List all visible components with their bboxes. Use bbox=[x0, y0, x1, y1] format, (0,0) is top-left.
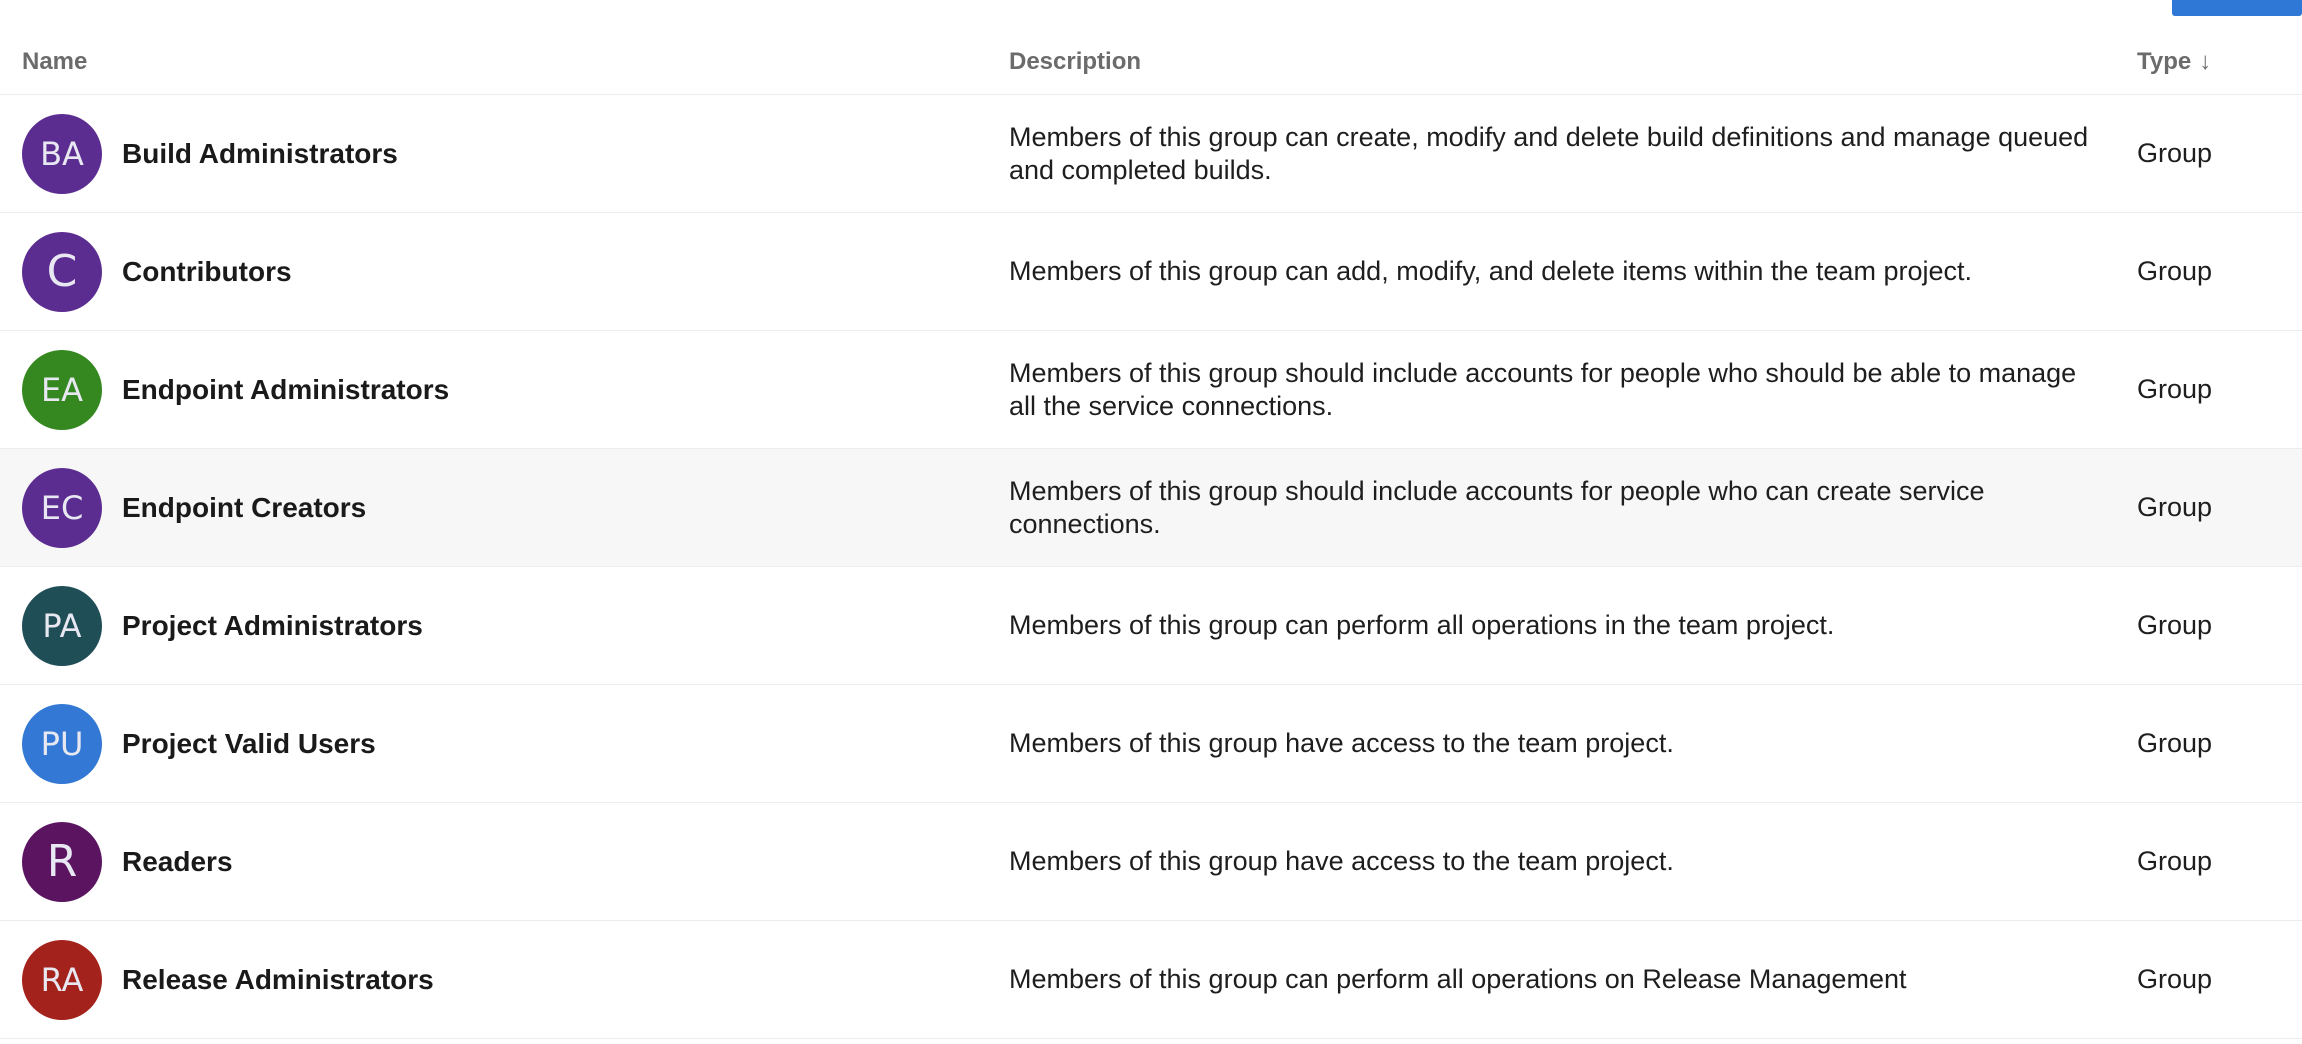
group-name[interactable]: Endpoint Administrators bbox=[122, 374, 449, 406]
avatar: EC bbox=[22, 467, 102, 548]
group-type: Group bbox=[2137, 138, 2213, 168]
column-header-name[interactable]: Name bbox=[0, 48, 1009, 76]
group-name[interactable]: Project Administrators bbox=[122, 610, 423, 642]
group-description-cell: Members of this group have access to the… bbox=[1009, 727, 2137, 760]
column-header-name-label: Name bbox=[22, 48, 88, 75]
group-description-cell: Members of this group can add, modify, a… bbox=[1009, 255, 2137, 288]
group-name[interactable]: Readers bbox=[122, 846, 233, 878]
table-body: BA Build Administrators Members of this gr… bbox=[0, 95, 2302, 1039]
group-description: Members of this group can perform all op… bbox=[1009, 964, 1907, 994]
avatar: PU bbox=[22, 703, 102, 784]
group-description-cell: Members of this group have access to the… bbox=[1009, 845, 2137, 878]
group-name-cell: EC Endpoint Creators bbox=[0, 467, 1009, 548]
group-type: Group bbox=[2137, 610, 2213, 640]
group-type-cell: Group bbox=[2137, 610, 2302, 641]
group-name[interactable]: Endpoint Creators bbox=[122, 492, 366, 524]
group-description: Members of this group have access to the… bbox=[1009, 846, 1674, 876]
group-name-cell: BA Build Administrators bbox=[0, 113, 1009, 194]
group-name[interactable]: Project Valid Users bbox=[122, 728, 376, 760]
group-type-cell: Group bbox=[2137, 256, 2302, 287]
avatar: EA bbox=[22, 349, 102, 430]
security-groups-page: Name Description Type ↓ BA Build Administr… bbox=[0, 0, 2302, 1044]
avatar: R bbox=[22, 821, 102, 902]
column-header-type[interactable]: Type ↓ bbox=[2137, 48, 2302, 76]
group-description: Members of this group have access to the… bbox=[1009, 728, 1674, 758]
primary-action-button[interactable] bbox=[2172, 0, 2302, 16]
table-row[interactable]: RA Release Administrators Members of this … bbox=[0, 921, 2302, 1039]
table-header: Name Description Type ↓ bbox=[0, 30, 2302, 95]
group-type: Group bbox=[2137, 374, 2213, 404]
avatar: RA bbox=[22, 939, 102, 1020]
group-type-cell: Group bbox=[2137, 728, 2302, 759]
table-row[interactable]: PU Project Valid Users Members of this gro… bbox=[0, 685, 2302, 803]
column-header-description[interactable]: Description bbox=[1009, 48, 2137, 76]
group-name-cell: C Contributors bbox=[0, 231, 1009, 312]
group-type-cell: Group bbox=[2137, 138, 2302, 169]
table-row[interactable]: R Readers Members of this group have acces… bbox=[0, 803, 2302, 921]
table-row[interactable]: EA Endpoint Administrators Members of this… bbox=[0, 331, 2302, 449]
group-description: Members of this group can create, modify… bbox=[1009, 121, 2089, 185]
avatar: PA bbox=[22, 585, 102, 666]
group-type-cell: Group bbox=[2137, 964, 2302, 995]
groups-table: Name Description Type ↓ BA Build Administr… bbox=[0, 30, 2302, 1039]
group-description: Members of this group can perform all op… bbox=[1009, 610, 1835, 640]
table-row[interactable]: C Contributors Members of this group can a… bbox=[0, 213, 2302, 331]
group-type: Group bbox=[2137, 256, 2213, 286]
table-row[interactable]: BA Build Administrators Members of this gr… bbox=[0, 95, 2302, 213]
avatar: BA bbox=[22, 113, 102, 194]
column-header-type-label: Type bbox=[2137, 48, 2192, 75]
group-type-cell: Group bbox=[2137, 846, 2302, 877]
group-type: Group bbox=[2137, 728, 2213, 758]
group-name-cell: EA Endpoint Administrators bbox=[0, 349, 1009, 430]
group-type: Group bbox=[2137, 846, 2213, 876]
group-description-cell: Members of this group can perform all op… bbox=[1009, 963, 2137, 996]
group-type-cell: Group bbox=[2137, 492, 2302, 523]
group-name-cell: PU Project Valid Users bbox=[0, 703, 1009, 784]
sort-descending-icon: ↓ bbox=[2199, 48, 2212, 75]
group-type-cell: Group bbox=[2137, 374, 2302, 405]
table-row[interactable]: PA Project Administrators Members of this … bbox=[0, 567, 2302, 685]
group-name-cell: R Readers bbox=[0, 821, 1009, 902]
group-name[interactable]: Contributors bbox=[122, 256, 292, 288]
avatar: C bbox=[22, 231, 102, 312]
group-description-cell: Members of this group should include acc… bbox=[1009, 357, 2137, 423]
group-name-cell: PA Project Administrators bbox=[0, 585, 1009, 666]
group-description: Members of this group can add, modify, a… bbox=[1009, 256, 1972, 286]
group-description-cell: Members of this group can create, modify… bbox=[1009, 121, 2137, 187]
group-name[interactable]: Release Administrators bbox=[122, 964, 434, 996]
group-type: Group bbox=[2137, 492, 2213, 522]
group-description: Members of this group should include acc… bbox=[1009, 475, 1985, 539]
group-name-cell: RA Release Administrators bbox=[0, 939, 1009, 1020]
group-description: Members of this group should include acc… bbox=[1009, 357, 2077, 421]
table-row[interactable]: EC Endpoint Creators Members of this group… bbox=[0, 449, 2302, 567]
column-header-description-label: Description bbox=[1009, 48, 1142, 75]
group-description-cell: Members of this group can perform all op… bbox=[1009, 609, 2137, 642]
group-description-cell: Members of this group should include acc… bbox=[1009, 475, 2137, 541]
group-type: Group bbox=[2137, 964, 2213, 994]
group-name[interactable]: Build Administrators bbox=[122, 138, 398, 170]
